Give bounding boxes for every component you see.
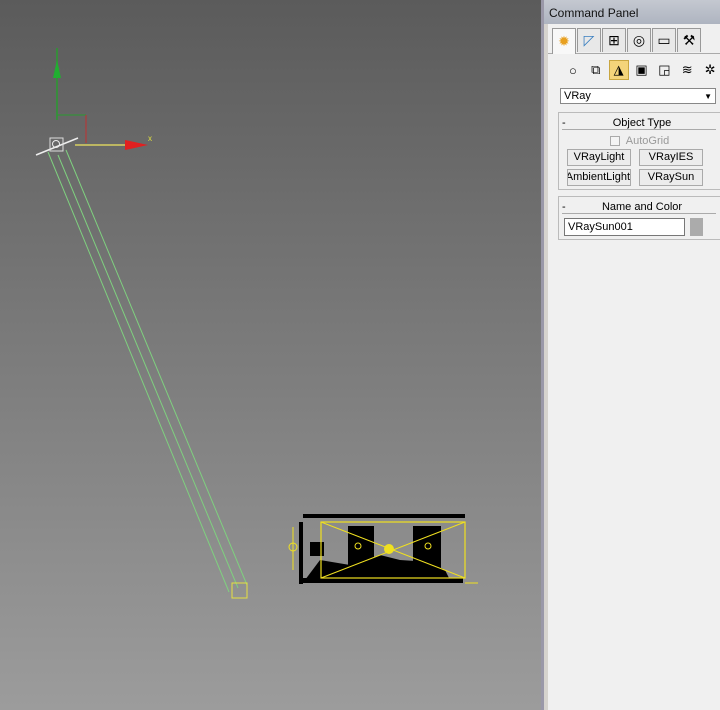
object-type-header[interactable]: - Object Type xyxy=(562,116,716,130)
name-color-rollout: - Name and Color VRaySun001 xyxy=(558,196,720,240)
lights-button[interactable]: ◮ xyxy=(608,60,629,80)
vraysun-object[interactable] xyxy=(35,137,248,599)
hierarchy-icon: ⊞ xyxy=(608,32,620,48)
helpers-button[interactable]: ◲ xyxy=(654,60,674,80)
vraysun-button[interactable]: VRaySun xyxy=(639,169,703,186)
axis-gizmo: x xyxy=(53,48,152,150)
tab-create[interactable]: ✹ xyxy=(552,28,576,54)
sun-direction-line xyxy=(47,151,230,593)
spacewarps-button[interactable]: ≋ xyxy=(677,60,697,80)
sun-direction-line xyxy=(57,154,239,589)
command-panel: Command Panel ✹ ◸ ⊞ ◎ ▭ ⚒ ○ ⧉ ◮ ▣ ◲ ≋ ✲ … xyxy=(541,0,720,710)
shapes-button[interactable]: ⧉ xyxy=(586,60,606,80)
collapse-toggle[interactable]: - xyxy=(562,117,578,129)
sun-direction-line xyxy=(65,149,248,586)
light-icon: ◮ xyxy=(613,62,624,77)
checkbox[interactable] xyxy=(609,135,620,146)
hammer-icon: ⚒ xyxy=(682,32,696,48)
monitor-icon: ▭ xyxy=(657,32,671,48)
chevron-down-icon: ▼ xyxy=(704,91,712,101)
autogrid-checkbox[interactable]: AutoGrid xyxy=(559,132,720,149)
cameras-button[interactable]: ▣ xyxy=(632,60,652,80)
object-name-input[interactable]: VRaySun001 xyxy=(564,218,685,236)
shapes-icon: ⧉ xyxy=(591,62,601,77)
dropdown-value: VRay xyxy=(564,90,591,102)
vraylight-button[interactable]: VRayLight xyxy=(567,149,631,166)
spacewarp-icon: ≋ xyxy=(681,62,693,77)
sun-target-box[interactable] xyxy=(231,582,248,599)
helper-icon: ◲ xyxy=(658,62,671,77)
x-axis-label: x xyxy=(148,134,152,143)
category-dropdown[interactable]: VRay ▼ xyxy=(560,88,716,104)
object-color-swatch[interactable] xyxy=(690,218,703,236)
motion-icon: ◎ xyxy=(632,32,646,48)
autogrid-label: AutoGrid xyxy=(625,134,670,147)
tab-utilities[interactable]: ⚒ xyxy=(677,28,701,52)
viewport[interactable]: x xyxy=(0,0,541,710)
vrayambientlight-button[interactable]: VRayAmbientLight xyxy=(567,169,631,186)
rollout-title: Object Type xyxy=(612,116,672,129)
room-elevation xyxy=(288,514,478,584)
y-axis-arrow xyxy=(53,60,61,78)
button-label: VRayAmbientLight xyxy=(567,171,630,183)
tab-motion[interactable]: ◎ xyxy=(627,28,651,52)
curve-icon: ◸ xyxy=(583,32,595,48)
geometry-button[interactable]: ○ xyxy=(563,60,583,80)
sphere-icon: ○ xyxy=(569,62,577,78)
sun-star-icon: ✹ xyxy=(558,33,570,49)
collapse-toggle[interactable]: - xyxy=(562,201,578,213)
tab-display[interactable]: ▭ xyxy=(652,28,676,52)
vrayies-button[interactable]: VRayIES xyxy=(639,149,703,166)
systems-icon: ✲ xyxy=(704,62,716,77)
panel-title: Command Panel xyxy=(544,0,720,24)
tab-hierarchy[interactable]: ⊞ xyxy=(602,28,626,52)
rollout-title: Name and Color xyxy=(601,200,683,213)
object-type-rollout: - Object Type AutoGrid VRayLight VRayIES … xyxy=(558,112,720,190)
name-color-header[interactable]: - Name and Color xyxy=(562,200,716,214)
systems-button[interactable]: ✲ xyxy=(700,60,720,80)
category-buttons: ○ ⧉ ◮ ▣ ◲ ≋ ✲ xyxy=(548,54,720,84)
camera-icon: ▣ xyxy=(635,62,648,77)
tab-modify[interactable]: ◸ xyxy=(577,28,601,52)
x-axis-arrow xyxy=(125,140,148,150)
panel-tabs: ✹ ◸ ⊞ ◎ ▭ ⚒ xyxy=(548,24,720,54)
scene-canvas[interactable]: x xyxy=(0,0,541,710)
